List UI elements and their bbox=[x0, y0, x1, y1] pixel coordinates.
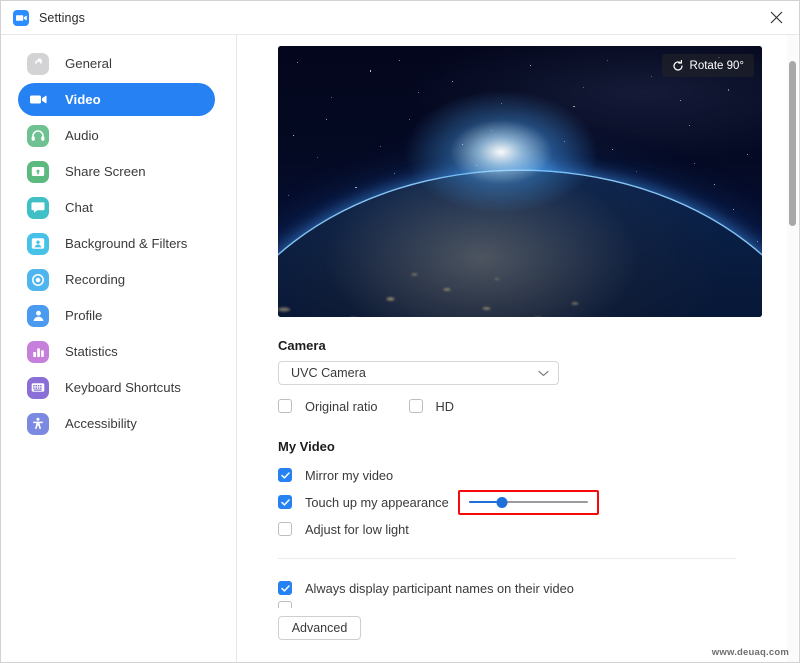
record-circle-icon bbox=[27, 269, 49, 291]
camera-select[interactable]: UVC Camera bbox=[278, 361, 559, 385]
checkbox-box bbox=[278, 581, 292, 595]
my-video-section: My Video Mirror my video Touch up my app… bbox=[278, 439, 799, 542]
settings-window: Settings General Video Audio Share Scree… bbox=[0, 0, 800, 663]
rotate-icon bbox=[672, 60, 684, 72]
touch-up-slider[interactable] bbox=[469, 495, 588, 509]
sidebar-item-label: General bbox=[65, 56, 112, 71]
watermark: www.deuaq.com bbox=[712, 647, 789, 658]
title-bar: Settings bbox=[1, 1, 799, 35]
my-video-heading: My Video bbox=[278, 439, 799, 454]
sidebar-item-keyboard-shortcuts[interactable]: Keyboard Shortcuts bbox=[18, 371, 215, 404]
window-body: General Video Audio Share Screen Chat Ba… bbox=[1, 35, 799, 662]
sidebar-item-label: Profile bbox=[65, 308, 102, 323]
checkbox-box bbox=[278, 495, 292, 509]
clipped-checkbox-row[interactable] bbox=[278, 601, 799, 608]
video-camera-icon bbox=[27, 89, 49, 111]
original-ratio-label: Original ratio bbox=[305, 399, 378, 414]
rotate-90-button[interactable]: Rotate 90° bbox=[662, 54, 754, 77]
camera-preview: Rotate 90° bbox=[278, 46, 762, 317]
touch-up-appearance-label: Touch up my appearance bbox=[305, 495, 449, 510]
participants-section: Always display participant names on thei… bbox=[278, 575, 799, 601]
keyboard-icon bbox=[27, 377, 49, 399]
slider-thumb[interactable] bbox=[497, 497, 508, 508]
content-scrollbar[interactable] bbox=[787, 35, 798, 662]
sidebar-item-label: Keyboard Shortcuts bbox=[65, 380, 181, 395]
sidebar-item-video[interactable]: Video bbox=[18, 83, 215, 116]
hd-checkbox[interactable]: HD bbox=[409, 393, 454, 419]
sidebar-item-statistics[interactable]: Statistics bbox=[18, 335, 215, 368]
adjust-low-light-checkbox[interactable]: Adjust for low light bbox=[278, 516, 799, 542]
window-title: Settings bbox=[39, 11, 85, 25]
checkbox-box bbox=[278, 399, 292, 413]
hd-label: HD bbox=[436, 399, 454, 414]
sidebar-item-share-screen[interactable]: Share Screen bbox=[18, 155, 215, 188]
sidebar-item-label: Recording bbox=[65, 272, 125, 287]
gear-icon bbox=[27, 53, 49, 75]
camera-heading: Camera bbox=[278, 338, 799, 353]
touch-up-appearance-checkbox[interactable]: Touch up my appearance bbox=[278, 489, 449, 515]
accessibility-icon bbox=[27, 413, 49, 435]
adjust-low-light-label: Adjust for low light bbox=[305, 522, 409, 537]
section-divider bbox=[278, 558, 736, 559]
camera-options-row: Original ratio HD bbox=[278, 393, 799, 419]
touch-up-slider-highlight bbox=[458, 490, 599, 515]
settings-sidebar: General Video Audio Share Screen Chat Ba… bbox=[1, 35, 237, 662]
sidebar-item-general[interactable]: General bbox=[18, 47, 215, 80]
participant-names-checkbox[interactable]: Always display participant names on thei… bbox=[278, 575, 799, 601]
checkbox-box bbox=[278, 601, 292, 608]
sidebar-item-audio[interactable]: Audio bbox=[18, 119, 215, 152]
sidebar-item-chat[interactable]: Chat bbox=[18, 191, 215, 224]
person-icon bbox=[27, 305, 49, 327]
video-settings-panel: Rotate 90° Camera UVC Camera Original ra… bbox=[237, 35, 799, 662]
close-icon[interactable] bbox=[754, 1, 799, 33]
sidebar-item-label: Chat bbox=[65, 200, 93, 215]
touch-up-appearance-row: Touch up my appearance bbox=[278, 488, 799, 516]
sidebar-item-accessibility[interactable]: Accessibility bbox=[18, 407, 215, 440]
participant-names-label: Always display participant names on thei… bbox=[305, 581, 574, 596]
original-ratio-checkbox[interactable]: Original ratio bbox=[278, 393, 378, 419]
sidebar-item-label: Video bbox=[65, 92, 101, 107]
sidebar-item-recording[interactable]: Recording bbox=[18, 263, 215, 296]
camera-select-value: UVC Camera bbox=[291, 366, 538, 380]
camera-section: Camera UVC Camera Original ratio HD bbox=[278, 338, 799, 419]
sidebar-item-label: Share Screen bbox=[65, 164, 146, 179]
headphones-icon bbox=[27, 125, 49, 147]
sidebar-item-label: Accessibility bbox=[65, 416, 137, 431]
sidebar-item-label: Audio bbox=[65, 128, 99, 143]
chevron-down-icon bbox=[538, 370, 549, 377]
mirror-my-video-checkbox[interactable]: Mirror my video bbox=[278, 462, 799, 488]
bar-chart-icon bbox=[27, 341, 49, 363]
mirror-my-video-label: Mirror my video bbox=[305, 468, 393, 483]
rotate-button-label: Rotate 90° bbox=[690, 60, 744, 72]
sidebar-item-background-filters[interactable]: Background & Filters bbox=[18, 227, 215, 260]
sidebar-item-label: Background & Filters bbox=[65, 236, 187, 251]
checkbox-box bbox=[409, 399, 423, 413]
share-screen-icon bbox=[27, 161, 49, 183]
chat-bubble-icon bbox=[27, 197, 49, 219]
sidebar-item-label: Statistics bbox=[65, 344, 118, 359]
zoom-camera-icon bbox=[13, 10, 29, 26]
checkbox-box bbox=[278, 468, 292, 482]
scrollbar-thumb[interactable] bbox=[789, 61, 796, 226]
person-frame-icon bbox=[27, 233, 49, 255]
checkbox-box bbox=[278, 522, 292, 536]
advanced-button[interactable]: Advanced bbox=[278, 616, 361, 640]
sidebar-item-profile[interactable]: Profile bbox=[18, 299, 215, 332]
